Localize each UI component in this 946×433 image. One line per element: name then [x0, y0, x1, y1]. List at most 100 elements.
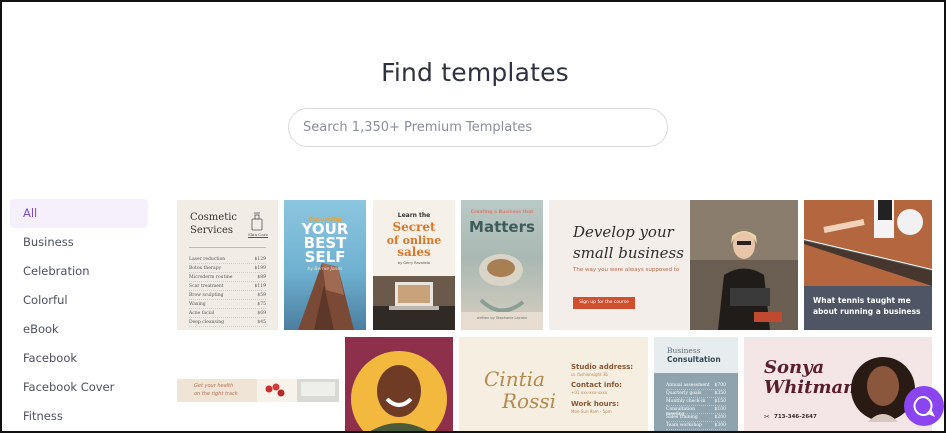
menu-item-name: Scar treatment — [189, 284, 224, 289]
menu-item-price: $199 — [254, 266, 266, 271]
cosmetic-menu-item: Laser reduction $129 — [189, 257, 266, 264]
row-price: $200 — [714, 415, 726, 420]
row-name: Sales training — [666, 415, 698, 420]
cosmetic-menu-item: Scar treatment $119 — [189, 284, 266, 291]
row-price: $350 — [714, 391, 726, 396]
small-business-sub: The way you were always supposed to — [573, 267, 680, 273]
template-tennis[interactable]: What tennis taught me about running a bu… — [804, 200, 932, 330]
row-name: Consultation meeting — [666, 407, 696, 417]
row-price: $100 — [714, 407, 726, 412]
laptop-desk-image — [373, 276, 455, 330]
menu-item-price: $75 — [257, 302, 266, 307]
row-price: $700 — [714, 383, 726, 388]
menu-item-price: $69 — [257, 311, 266, 316]
cintia-hours: Mon-Sun 9am - 5pm — [571, 409, 612, 414]
menu-item-name: Brow sculpting — [189, 293, 224, 298]
matters-title: Matters — [469, 218, 535, 236]
row-name: Annual assessment — [666, 383, 710, 388]
page-title: Find templates — [381, 58, 569, 87]
category-celebration[interactable]: Celebration — [10, 257, 148, 286]
chat-bubble-icon — [913, 395, 935, 417]
page-frame: Find templates All Business Celebration … — [0, 0, 946, 433]
consultation-row: Annual assessment $700 — [666, 383, 726, 390]
template-small-business[interactable]: Develop your small business The way you … — [549, 200, 798, 330]
tennis-text: What tennis taught me about running a bu… — [813, 296, 921, 316]
small-business-cta: Sign up for the course — [573, 297, 635, 309]
template-health[interactable]: Get your health on the right track — [177, 379, 339, 402]
cosmetic-badge: Skin Care — [248, 232, 269, 237]
matters-top: Creating a Business that — [470, 210, 534, 215]
perfume-bottle-icon — [251, 212, 263, 231]
category-all[interactable]: All — [10, 199, 148, 228]
menu-item-price: $45 — [257, 320, 266, 325]
template-online-sales[interactable]: Learn the Secret of online sales by Gerr… — [373, 200, 455, 330]
menu-item-name: Microderm routine — [189, 275, 233, 280]
template-cosmetic-services[interactable]: Cosmetic Services Skin Care Laser reduct… — [177, 200, 278, 330]
consultation-row: Quarterly goals $350 — [666, 391, 726, 398]
health-text-line2: on the right track — [194, 391, 238, 397]
help-chat-button[interactable] — [904, 386, 944, 426]
online-sales-line1: Learn the — [397, 212, 431, 219]
online-sales-line4: sales — [397, 245, 431, 259]
cosmetic-menu-item: Deep cleansing $45 — [189, 320, 266, 327]
cintia-contact-label: Contact info: — [571, 381, 622, 389]
row-name: Team workshop — [666, 423, 702, 428]
health-text-line1: Get your health — [194, 383, 234, 389]
template-smiling-portrait[interactable] — [345, 337, 453, 431]
cosmetic-menu-item: Acne facial $69 — [189, 311, 266, 318]
cintia-contact: +01 xxx-xxx-xxxx — [571, 390, 608, 395]
best-self-footer: by Bernie Jones — [307, 267, 343, 272]
cosmetic-divider — [189, 247, 266, 248]
best-self-line4: SELF — [304, 248, 346, 266]
scissors-icon: ✂ — [764, 413, 770, 421]
category-sidebar: All Business Celebration Colorful eBook … — [10, 199, 148, 431]
menu-item-name: Botox therapy — [189, 266, 222, 271]
template-matters[interactable]: Creating a Business that Matters written… — [461, 200, 543, 330]
cintia-name-line1: Cintia — [484, 367, 545, 391]
category-facebook[interactable]: Facebook — [10, 344, 148, 373]
consultation-row: Team workshop $300 — [666, 423, 726, 430]
cosmetic-menu-item: Brow sculpting $59 — [189, 293, 266, 300]
menu-item-name: Acne facial — [189, 311, 215, 316]
cosmetic-menu-item: Botox therapy $199 — [189, 266, 266, 273]
menu-item-name: Waxing — [189, 302, 206, 307]
online-sales-line2: Secret — [392, 220, 436, 234]
search-box[interactable] — [288, 108, 668, 147]
category-ebook[interactable]: eBook — [10, 315, 148, 344]
category-facebook-cover[interactable]: Facebook Cover — [10, 373, 148, 402]
consultation-row: Sales training $200 — [666, 415, 726, 422]
template-sonya-whitman[interactable]: Sonya Whitman ✂ 713-346-2647 — [744, 337, 932, 431]
menu-item-price: $59 — [257, 293, 266, 298]
cosmetic-menu-item: Waxing $75 — [189, 302, 266, 309]
consultation-title-line1: Business — [667, 346, 701, 355]
small-business-line1: Develop your — [573, 223, 674, 241]
menu-item-price: $129 — [254, 257, 266, 262]
category-business[interactable]: Business — [10, 228, 148, 257]
consultation-title-line2: Consultation — [667, 355, 721, 364]
cosmetic-title-line2: Services — [190, 225, 234, 236]
consultation-row: Consultation meeting $100 — [666, 407, 726, 417]
fruit-bowl-image — [257, 379, 339, 402]
cintia-hours-label: Work hours: — [571, 400, 620, 408]
category-colorful[interactable]: Colorful — [10, 286, 148, 315]
menu-item-name: Laser reduction — [189, 257, 226, 262]
menu-item-price: $89 — [257, 275, 266, 280]
search-input[interactable] — [289, 109, 667, 146]
menu-item-price: $119 — [254, 284, 266, 289]
small-business-line2: small business — [573, 244, 684, 262]
consultation-row: Monthly check-in $150 — [666, 399, 726, 406]
tennis-logo-circle — [897, 209, 923, 235]
online-sales-author: by Gerry Ravalisto — [397, 261, 431, 265]
template-business-consultation[interactable]: Business Consultation Annual assessment $… — [654, 337, 738, 431]
cintia-name-line2: Rossi — [502, 389, 557, 413]
cosmetic-menu-item: Microderm routine $89 — [189, 275, 266, 282]
template-best-self[interactable]: Becoming YOUR BEST SELF by Bernie Jones — [284, 200, 366, 330]
template-cintia-rossi[interactable]: Cintia Rossi Studio address: ul. fashion… — [459, 337, 648, 431]
cintia-address-label: Studio address: — [571, 363, 634, 371]
smiling-woman-photo — [345, 337, 453, 431]
row-price: $300 — [714, 423, 726, 428]
category-fitness[interactable]: Fitness — [10, 402, 148, 431]
businesswoman-photo — [690, 200, 798, 330]
cosmetic-title-line1: Cosmetic — [190, 212, 238, 223]
cintia-address: ul. fashionsight 3b — [571, 372, 608, 377]
